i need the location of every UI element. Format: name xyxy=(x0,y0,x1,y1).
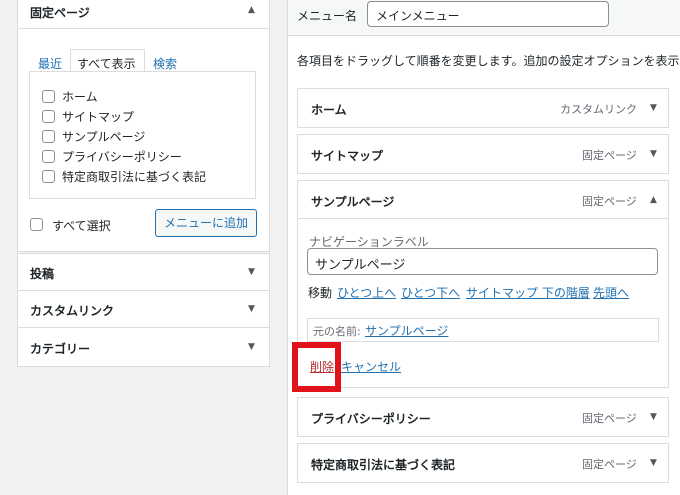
checkbox-icon[interactable] xyxy=(42,170,55,183)
expand-arrow-icon[interactable]: ▼ xyxy=(248,304,255,314)
menu-item-type: 固定ページ xyxy=(582,149,637,162)
move-to-top-link[interactable]: 先頭へ xyxy=(593,284,629,301)
expand-arrow-icon[interactable]: ▼ xyxy=(650,458,657,468)
fixed-pages-title: 固定ページ xyxy=(30,6,90,20)
menu-item-privacy[interactable]: プライバシーポリシー 固定ページ ▼ xyxy=(297,397,669,437)
section-title: 投稿 xyxy=(30,267,55,281)
expand-arrow-icon[interactable]: ▼ xyxy=(650,103,657,113)
page-checkbox-sitemap[interactable] xyxy=(42,110,55,123)
menu-item-sample-page: サンプルページ 固定ページ ▲ ナビゲーションラベル サンプルページ 移動 ひと… xyxy=(297,180,669,388)
section-categories[interactable]: カテゴリー ▼ xyxy=(17,327,270,367)
menu-name-input[interactable]: メインメニュー xyxy=(367,1,609,27)
section-custom-links[interactable]: カスタムリンク ▼ xyxy=(17,290,270,328)
nav-label-input[interactable]: サンプルページ xyxy=(307,248,658,275)
menu-item-commerce-law[interactable]: 特定商取引法に基づく表記 固定ページ ▼ xyxy=(297,443,669,483)
menu-item-home[interactable]: ホーム カスタムリンク ▼ xyxy=(297,88,669,128)
page-checkbox-commerce[interactable] xyxy=(42,170,55,183)
tab-search[interactable]: 検索 xyxy=(153,55,177,72)
checkbox-icon[interactable] xyxy=(30,218,43,231)
section-title: カテゴリー xyxy=(30,342,91,356)
checkbox-icon[interactable] xyxy=(42,150,55,163)
add-to-menu-button[interactable]: メニューに追加 xyxy=(155,209,257,237)
menu-header: メニュー名 メインメニュー xyxy=(288,0,680,36)
tab-show-all[interactable]: すべて表示 xyxy=(70,49,145,72)
original-name-box: 元の名前: サンプルページ xyxy=(307,318,659,342)
move-label: 移動 xyxy=(308,286,333,300)
menu-item-title: ホーム xyxy=(311,103,347,117)
checkbox-icon[interactable] xyxy=(42,90,55,103)
page-label: サイトマップ xyxy=(62,110,135,124)
move-up-link[interactable]: ひとつ上へ xyxy=(337,284,396,301)
page-checkbox-sample[interactable] xyxy=(42,130,55,143)
page-label: プライバシーポリシー xyxy=(62,150,182,164)
move-under-sitemap-link[interactable]: サイトマップ 下の階層 xyxy=(466,284,590,301)
fixed-pages-header[interactable]: 固定ページ ▲ xyxy=(18,0,269,29)
menu-item-title: プライバシーポリシー xyxy=(311,412,431,426)
select-all-checkbox[interactable] xyxy=(30,218,43,231)
instructions-text: 各項目をドラッグして順番を変更します。追加の設定オプションを表示す xyxy=(297,54,680,68)
cancel-link[interactable]: キャンセル xyxy=(341,358,401,375)
fixed-pages-panel: 固定ページ ▲ 最近 すべて表示 検索 ホーム サイトマップ サンプルページ プ… xyxy=(17,0,270,252)
page-checkbox-home[interactable] xyxy=(42,90,55,103)
tab-recent[interactable]: 最近 xyxy=(38,55,62,72)
menu-item-type: カスタムリンク xyxy=(560,103,637,116)
expand-arrow-icon[interactable]: ▼ xyxy=(248,342,255,352)
menu-item-title: 特定商取引法に基づく表記 xyxy=(311,458,456,472)
nav-label-value: サンプルページ xyxy=(315,258,406,273)
menu-item-title: サイトマップ xyxy=(311,149,384,163)
menu-item-sitemap[interactable]: サイトマップ 固定ページ ▼ xyxy=(297,134,669,174)
checkbox-icon[interactable] xyxy=(42,110,55,123)
page-label: 特定商取引法に基づく表記 xyxy=(62,170,207,184)
tab-show-all-label: すべて表示 xyxy=(77,57,136,71)
checkbox-icon[interactable] xyxy=(42,130,55,143)
section-title: カスタムリンク xyxy=(30,304,115,318)
page-list: ホーム サイトマップ サンプルページ プライバシーポリシー 特定商取引法に基づく… xyxy=(29,71,256,199)
expand-arrow-icon[interactable]: ▼ xyxy=(650,149,657,159)
add-to-menu-label: メニューに追加 xyxy=(163,216,248,230)
menu-name-value: メインメニュー xyxy=(376,9,460,23)
move-down-link[interactable]: ひとつ下へ xyxy=(401,284,460,301)
section-posts[interactable]: 投稿 ▼ xyxy=(17,253,270,291)
delete-highlight-box xyxy=(292,342,341,392)
page-checkbox-privacy[interactable] xyxy=(42,150,55,163)
menu-item-type: 固定ページ xyxy=(582,195,637,208)
collapse-arrow-icon[interactable]: ▲ xyxy=(650,195,657,205)
original-name-link[interactable]: サンプルページ xyxy=(365,322,448,339)
menu-item-header[interactable]: サンプルページ 固定ページ ▲ xyxy=(298,181,668,219)
page-label: サンプルページ xyxy=(62,130,146,144)
menu-item-type: 固定ページ xyxy=(582,412,637,425)
menu-name-label: メニュー名 xyxy=(297,9,358,23)
menu-item-title: サンプルページ xyxy=(311,195,395,209)
expand-arrow-icon[interactable]: ▼ xyxy=(248,267,255,277)
collapse-arrow-icon[interactable]: ▲ xyxy=(248,5,255,15)
page-label: ホーム xyxy=(62,90,98,104)
original-name-label: 元の名前: xyxy=(313,325,361,338)
expand-arrow-icon[interactable]: ▼ xyxy=(650,412,657,422)
select-all-label: すべて選択 xyxy=(52,219,111,233)
menu-item-type: 固定ページ xyxy=(582,458,637,471)
